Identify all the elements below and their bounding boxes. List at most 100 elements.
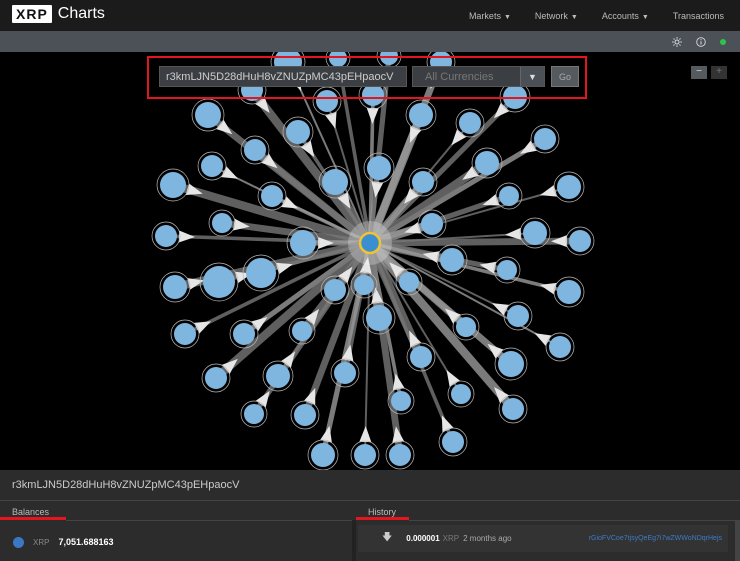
account-node[interactable] [292,321,312,341]
account-node[interactable] [334,362,356,384]
account-node[interactable] [201,155,223,177]
link-arrow [194,321,212,334]
account-node[interactable] [499,186,519,206]
account-node[interactable] [412,171,434,193]
account-node[interactable] [205,367,227,389]
account-node[interactable] [409,103,433,127]
account-node[interactable] [534,128,556,150]
graph-link [369,237,581,247]
caret-down-icon[interactable]: ▼ [520,67,544,86]
account-node[interactable] [502,398,524,420]
link-arrow [446,370,460,387]
sun-icon[interactable] [672,36,682,47]
account-node[interactable] [266,364,290,388]
account-node[interactable] [163,275,187,299]
account-node[interactable] [174,323,196,345]
link-arrow [303,387,316,405]
account-node[interactable] [195,102,221,128]
account-node[interactable] [440,248,464,272]
balances-title[interactable]: Balances [12,507,49,517]
account-node[interactable] [459,112,481,134]
history-time: 2 months ago [463,534,512,543]
currency-placeholder: All Currencies [425,70,494,83]
scrollbar[interactable] [735,520,740,561]
network-graph[interactable] [0,52,740,470]
app-name: Charts [57,5,105,22]
logo-mark: XRP [12,5,52,23]
account-node[interactable] [261,185,283,207]
account-node[interactable] [475,151,499,175]
history-address-link[interactable]: rGioFVCoe7tjsyQeEg7i7wZWWoNDqrHejs [589,535,722,542]
sub-toolbar [0,31,740,52]
account-node[interactable] [557,280,581,304]
account-node[interactable] [399,272,419,292]
account-node[interactable] [233,323,255,345]
link-arrow [178,230,195,243]
account-node[interactable] [324,279,346,301]
zoom-controls: − + [691,66,727,79]
chevron-down-icon: ▼ [641,13,649,21]
account-node[interactable] [203,266,235,298]
link-arrow [534,333,552,347]
account-node[interactable] [569,230,591,252]
history-currency: XRP [442,534,460,543]
link-arrow [359,426,372,443]
nav-transactions[interactable]: Transactions [673,11,724,21]
account-node[interactable] [456,317,476,337]
history-title[interactable]: History [368,507,396,517]
account-node[interactable] [294,404,316,426]
account-node[interactable] [244,139,266,161]
account-node[interactable] [367,156,391,180]
link-arrow [441,415,454,433]
account-node[interactable] [523,221,547,245]
account-node[interactable] [410,346,432,368]
graph-canvas[interactable] [0,52,740,470]
center-account-node[interactable] [358,231,382,255]
account-node[interactable] [498,351,524,377]
account-node[interactable] [451,384,471,404]
nav-network[interactable]: Network ▼ [535,11,578,21]
balance-row: XRP 7,051.688163 [0,528,350,556]
account-node[interactable] [246,258,276,288]
account-node[interactable] [290,230,316,256]
balance-currency: XRP [33,537,50,547]
account-node[interactable] [507,305,529,327]
search-highlight-box: All Currencies ▼ Go [147,56,587,99]
account-node[interactable] [497,260,517,280]
xrp-currency-icon [13,536,24,548]
account-node[interactable] [389,444,411,466]
account-node[interactable] [244,404,264,424]
currency-select[interactable]: All Currencies ▼ [412,66,545,87]
divider [409,520,740,521]
account-node[interactable] [354,275,374,295]
history-row[interactable]: 🡇 0.000001 XRP 2 months ago rGioFVCoe7tj… [358,525,728,552]
nav-accounts[interactable]: Accounts ▼ [602,11,649,21]
panel-separator [352,520,356,561]
account-node[interactable] [311,443,335,467]
account-node[interactable] [322,169,348,195]
account-node[interactable] [286,120,310,144]
account-node[interactable] [442,431,464,453]
zoom-out-button[interactable]: − [691,66,707,79]
account-node[interactable] [160,172,186,198]
account-node[interactable] [155,225,177,247]
info-icon[interactable] [696,36,706,47]
nav-menu: Markets ▼ Network ▼ Accounts ▼ Transactions [469,0,724,31]
account-node[interactable] [366,305,392,331]
account-node[interactable] [391,391,411,411]
logo[interactable]: XRP Charts [12,5,105,23]
link-arrow [281,196,299,209]
account-node[interactable] [549,336,571,358]
link-arrow [505,227,522,240]
top-navbar: XRP Charts Markets ▼ Network ▼ Accounts ▼ T… [0,0,740,31]
zoom-in-button[interactable]: + [711,66,727,79]
account-node[interactable] [212,213,232,233]
account-node[interactable] [421,213,443,235]
connection-status-icon [720,38,726,45]
account-node[interactable] [354,444,376,466]
account-search-input[interactable] [159,66,407,87]
account-node[interactable] [557,175,581,199]
arrow-down-icon: 🡇 [382,532,393,543]
nav-markets[interactable]: Markets ▼ [469,11,511,21]
go-button[interactable]: Go [551,66,579,87]
